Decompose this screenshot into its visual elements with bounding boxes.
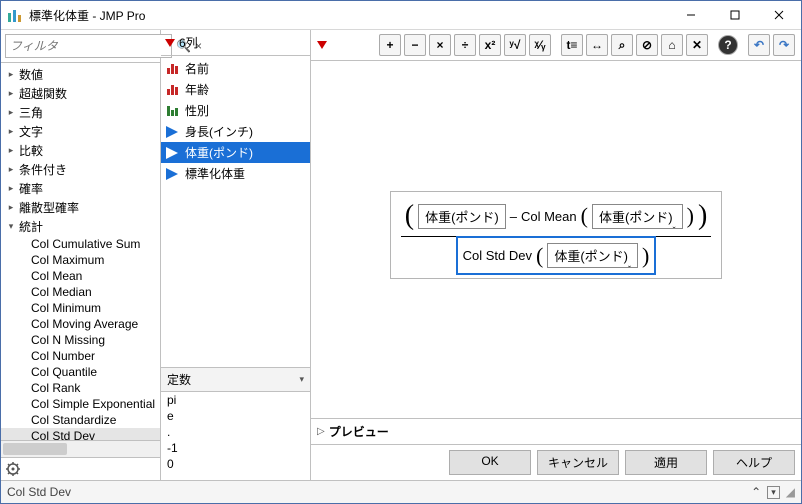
tree-function[interactable]: Col Median <box>1 284 160 300</box>
constant-item[interactable]: . <box>161 424 310 440</box>
tree-group[interactable]: ▸条件付き <box>1 160 160 179</box>
column-item[interactable]: 年齢 <box>161 79 310 100</box>
function-tree[interactable]: ▸数値▸超越関数▸三角▸文字▸比較▸条件付き▸確率▸離散型確率▾統計Col Cu… <box>1 63 160 440</box>
toolbar-button[interactable]: + <box>379 34 401 56</box>
tree-group[interactable]: ▸離散型確率 <box>1 198 160 217</box>
status-box-icon[interactable]: ▾ <box>767 486 780 499</box>
column-item[interactable]: 性別 <box>161 100 310 121</box>
toolbar-button[interactable]: ⌕ <box>611 34 633 56</box>
formula-numerator[interactable]: ( 体重(ポンド) – Col Mean ( 体重(ポンド)ˬ ) ) <box>401 198 712 234</box>
filter-input[interactable] <box>5 34 172 58</box>
tree-function[interactable]: Col Rank <box>1 380 160 396</box>
term-weight[interactable]: 体重(ポンド) <box>418 204 506 229</box>
maximize-button[interactable] <box>713 1 757 29</box>
columns-list[interactable]: 名前年齢性別身長(インチ)体重(ポンド)標準化体重 <box>161 56 310 367</box>
tree-function[interactable]: Col Number <box>1 348 160 364</box>
app-icon <box>7 7 23 23</box>
constant-item[interactable]: -1 <box>161 440 310 456</box>
window-title: 標準化体重 - JMP Pro <box>29 7 669 24</box>
preview-disclosure-icon[interactable]: ▷ <box>317 426 325 437</box>
tree-group[interactable]: ▸確率 <box>1 179 160 198</box>
ok-button[interactable]: OK <box>449 450 531 475</box>
tree-function[interactable]: Col Mean <box>1 268 160 284</box>
constants-header: 定数 <box>167 371 191 388</box>
constant-item[interactable]: 0 <box>161 456 310 472</box>
toolbar-button[interactable]: ↶ <box>748 34 770 56</box>
tree-group[interactable]: ▾統計 <box>1 217 160 236</box>
formula-toolbar: +−×÷x²ʸ√ᵡ⁄ᵧ t≡↔⌕⊘⌂✕? ↶↷ <box>379 34 795 56</box>
titlebar: 標準化体重 - JMP Pro <box>1 1 801 30</box>
toolbar-button[interactable]: ↷ <box>773 34 795 56</box>
preview-label[interactable]: プレビュー <box>329 423 389 440</box>
status-grip-icon: ◢ <box>786 485 795 499</box>
tree-function[interactable]: Col Moving Average <box>1 316 160 332</box>
toolbar-button[interactable]: t≡ <box>561 34 583 56</box>
formula-menu-icon[interactable] <box>317 41 327 49</box>
chevron-down-icon[interactable]: ▾ <box>299 374 304 385</box>
statusbar: Col Std Dev ⌃ ▾ ◢ <box>1 480 801 503</box>
formula-denominator[interactable]: Col Std Dev ( 体重(ポンド)ˬ ) <box>459 239 654 272</box>
tree-function[interactable]: Col Minimum <box>1 300 160 316</box>
tree-function[interactable]: Col Simple Exponential <box>1 396 160 412</box>
constants-list[interactable]: pie.-10 <box>161 392 310 480</box>
column-item[interactable]: 名前 <box>161 58 310 79</box>
columns-menu-icon[interactable] <box>165 39 175 47</box>
tree-group[interactable]: ▸三角 <box>1 103 160 122</box>
tree-function[interactable]: Col Quantile <box>1 364 160 380</box>
constant-item[interactable]: pi <box>161 392 310 408</box>
toolbar-button[interactable]: ✕ <box>686 34 708 56</box>
tree-hscrollbar[interactable] <box>1 440 160 457</box>
tree-function[interactable]: Col N Missing <box>1 332 160 348</box>
toolbar-button[interactable]: x² <box>479 34 501 56</box>
term-weight-inner2[interactable]: 体重(ポンド)ˬ <box>547 243 638 268</box>
toolbar-button[interactable]: ? <box>718 35 738 55</box>
tree-group[interactable]: ▸比較 <box>1 141 160 160</box>
column-item[interactable]: 体重(ポンド) <box>161 142 310 163</box>
tree-function[interactable]: Col Std Dev <box>1 428 160 440</box>
tree-group[interactable]: ▸超越関数 <box>1 84 160 103</box>
columns-header: 6列 <box>179 34 198 51</box>
toolbar-button[interactable]: ⌂ <box>661 34 683 56</box>
status-up-icon[interactable]: ⌃ <box>751 485 761 499</box>
toolbar-button[interactable]: × <box>429 34 451 56</box>
column-item[interactable]: 身長(インチ) <box>161 121 310 142</box>
toolbar-button[interactable]: ⊘ <box>636 34 658 56</box>
gear-icon[interactable] <box>5 461 21 477</box>
constant-item[interactable]: e <box>161 408 310 424</box>
toolbar-button[interactable]: ÷ <box>454 34 476 56</box>
tree-function[interactable]: Col Standardize <box>1 412 160 428</box>
toolbar-button[interactable]: ↔ <box>586 34 608 56</box>
minimize-button[interactable] <box>669 1 713 29</box>
column-item[interactable]: 標準化体重 <box>161 163 310 184</box>
apply-button[interactable]: 適用 <box>625 450 707 475</box>
status-text: Col Std Dev <box>7 485 71 499</box>
tree-function[interactable]: Col Cumulative Sum <box>1 236 160 252</box>
toolbar-button[interactable]: ᵡ⁄ᵧ <box>529 34 551 56</box>
toolbar-button[interactable]: ʸ√ <box>504 34 526 56</box>
tree-group[interactable]: ▸文字 <box>1 122 160 141</box>
formula-canvas[interactable]: ( 体重(ポンド) – Col Mean ( 体重(ポンド)ˬ ) ) Col … <box>311 61 801 418</box>
close-button[interactable] <box>757 1 801 29</box>
tree-group[interactable]: ▸数値 <box>1 65 160 84</box>
tree-function[interactable]: Col Maximum <box>1 252 160 268</box>
term-weight-inner1[interactable]: 体重(ポンド)ˬ <box>592 204 683 229</box>
cancel-button[interactable]: キャンセル <box>537 450 619 475</box>
toolbar-button[interactable]: − <box>404 34 426 56</box>
help-button[interactable]: ヘルプ <box>713 450 795 475</box>
